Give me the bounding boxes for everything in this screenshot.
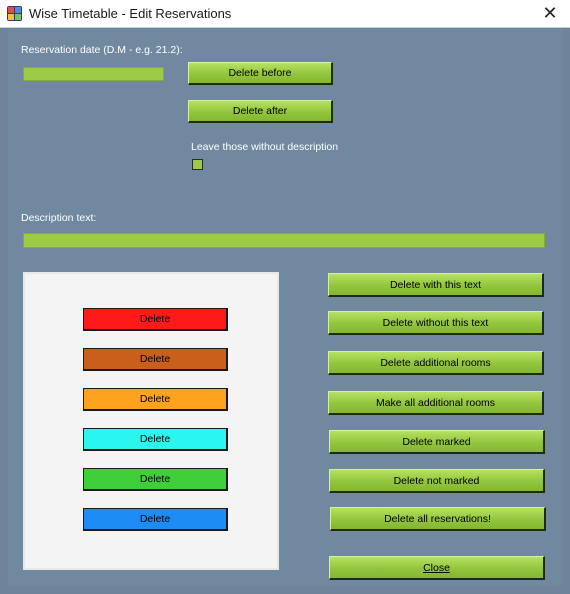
- delete-red-button[interactable]: Delete: [83, 308, 228, 331]
- close-button[interactable]: Close: [329, 556, 545, 580]
- delete-all-reservations-button[interactable]: Delete all reservations!: [330, 507, 546, 531]
- delete-brown-button[interactable]: Delete: [83, 348, 228, 371]
- color-delete-panel: Delete Delete Delete Delete Delete Delet…: [23, 272, 279, 570]
- close-icon[interactable]: ✕: [538, 1, 562, 25]
- make-all-additional-rooms-button[interactable]: Make all additional rooms: [328, 391, 544, 415]
- description-text-label: Description text:: [21, 212, 97, 224]
- delete-cyan-button[interactable]: Delete: [83, 428, 228, 451]
- delete-additional-rooms-button[interactable]: Delete additional rooms: [328, 351, 544, 375]
- delete-before-button[interactable]: Delete before: [188, 62, 333, 85]
- delete-after-button[interactable]: Delete after: [188, 100, 333, 123]
- app-icon: [7, 6, 22, 21]
- window-title: Wise Timetable - Edit Reservations: [29, 6, 232, 21]
- leave-without-description-label: Leave those without description: [191, 141, 339, 153]
- delete-without-text-button[interactable]: Delete without this text: [328, 311, 544, 335]
- description-text-input[interactable]: [23, 233, 545, 248]
- delete-marked-button[interactable]: Delete marked: [329, 430, 545, 454]
- delete-blue-button[interactable]: Delete: [83, 508, 228, 531]
- delete-orange-button[interactable]: Delete: [83, 388, 228, 411]
- dialog-body: Reservation date (D.M - e.g. 21.2): Dele…: [8, 28, 562, 586]
- reservation-date-input[interactable]: [23, 67, 164, 81]
- delete-green-button[interactable]: Delete: [83, 468, 228, 491]
- title-bar: Wise Timetable - Edit Reservations ✕: [0, 0, 570, 28]
- leave-without-description-checkbox[interactable]: [192, 159, 203, 170]
- delete-not-marked-button[interactable]: Delete not marked: [329, 469, 545, 493]
- reservation-date-label: Reservation date (D.M - e.g. 21.2):: [21, 44, 183, 56]
- delete-with-text-button[interactable]: Delete with this text: [328, 273, 544, 297]
